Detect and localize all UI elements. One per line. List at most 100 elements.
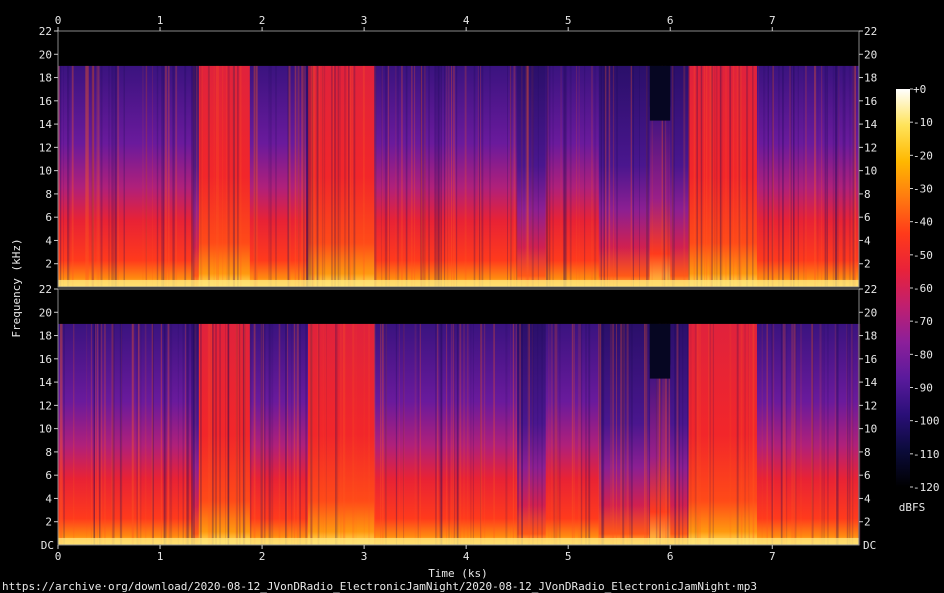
texture-streak xyxy=(381,65,383,287)
colorbar-tick-label: -10 xyxy=(913,116,933,129)
x-tick-label-bottom: 3 xyxy=(361,550,368,563)
texture-streak xyxy=(705,65,708,287)
texture-streak xyxy=(576,65,577,287)
texture-streak xyxy=(192,65,195,287)
texture-streak xyxy=(700,65,703,287)
texture-streak xyxy=(578,65,580,287)
texture-streak xyxy=(316,65,319,287)
texture-streak xyxy=(339,65,341,287)
texture-streak xyxy=(384,323,387,545)
texture-streak xyxy=(510,323,511,545)
texture-streak xyxy=(161,65,163,287)
texture-streak xyxy=(325,323,326,545)
x-tick-label-top: 0 xyxy=(55,14,62,27)
texture-streak xyxy=(793,65,794,287)
x-tick-label-top: 6 xyxy=(667,14,674,27)
texture-streak xyxy=(269,65,272,287)
texture-streak xyxy=(842,65,845,287)
texture-streak xyxy=(200,323,202,545)
texture-streak xyxy=(423,65,425,287)
texture-streak xyxy=(510,65,512,287)
texture-streak xyxy=(368,323,371,545)
texture-streak xyxy=(626,323,629,545)
texture-streak xyxy=(763,65,766,287)
texture-streak xyxy=(142,65,144,287)
texture-streak xyxy=(194,323,197,545)
texture-streak xyxy=(335,323,337,545)
texture-streak xyxy=(436,323,439,545)
texture-streak xyxy=(293,323,296,545)
texture-streak xyxy=(823,323,825,545)
x-tick-label-bottom: 1 xyxy=(157,550,164,563)
x-axis-label: Time (ks) xyxy=(428,567,488,580)
texture-streak xyxy=(565,65,568,287)
x-tick-label-bottom: 0 xyxy=(55,550,62,563)
texture-streak xyxy=(117,65,120,287)
texture-streak xyxy=(67,65,69,287)
y-tick-label-right: 16 xyxy=(864,95,877,108)
texture-streak xyxy=(428,65,430,287)
y-tick-label-right: 14 xyxy=(864,118,878,131)
texture-streak xyxy=(144,323,147,545)
texture-streak xyxy=(325,323,327,545)
texture-streak xyxy=(549,65,551,287)
texture-streak xyxy=(112,65,115,287)
texture-streak xyxy=(373,323,376,545)
texture-streak xyxy=(323,323,324,545)
texture-streak xyxy=(852,65,855,287)
texture-streak xyxy=(838,65,840,287)
texture-streak xyxy=(200,65,202,287)
dropout-block xyxy=(649,65,671,121)
texture-streak xyxy=(317,323,319,545)
texture-streak xyxy=(714,65,716,287)
texture-streak xyxy=(571,323,574,545)
texture-streak xyxy=(470,323,472,545)
segment-8 xyxy=(598,323,651,545)
texture-streak xyxy=(616,323,617,545)
texture-streak xyxy=(225,323,226,545)
texture-streak xyxy=(758,65,759,287)
texture-streak xyxy=(612,323,614,545)
texture-streak xyxy=(569,65,572,287)
texture-streak xyxy=(608,65,611,287)
texture-streak xyxy=(709,65,711,287)
texture-streak xyxy=(207,65,210,287)
texture-streak xyxy=(819,323,822,545)
texture-streak xyxy=(452,65,455,287)
y-tick-label-left: 6 xyxy=(45,211,52,224)
texture-streak xyxy=(827,323,829,545)
x-tick-label-bottom: 6 xyxy=(667,550,674,563)
texture-streak xyxy=(560,65,562,287)
texture-streak xyxy=(711,65,713,287)
texture-streak xyxy=(459,323,462,545)
texture-streak xyxy=(512,323,515,545)
texture-streak xyxy=(682,323,684,545)
texture-streak xyxy=(337,323,339,545)
y-tick-label-right: 4 xyxy=(864,234,871,247)
colorbar-tick-label: -110 xyxy=(913,448,940,461)
y-tick-label-right: 22 xyxy=(864,25,877,38)
texture-streak xyxy=(516,323,519,545)
y-tick-label-left: 10 xyxy=(39,165,52,178)
texture-streak xyxy=(85,65,87,287)
colorbar-tick-label: -80 xyxy=(913,348,933,361)
low-frequency-band xyxy=(58,280,859,287)
texture-streak xyxy=(301,65,303,287)
texture-streak xyxy=(588,323,591,545)
texture-streak xyxy=(405,65,408,287)
texture-streak xyxy=(306,65,309,287)
texture-streak xyxy=(218,65,219,287)
texture-streak xyxy=(600,323,602,545)
texture-streak xyxy=(601,323,603,545)
texture-streak xyxy=(332,65,334,287)
y-tick-label-left: 22 xyxy=(39,25,52,38)
texture-streak xyxy=(532,323,534,545)
texture-streak xyxy=(790,65,792,287)
texture-streak xyxy=(235,323,239,545)
texture-streak xyxy=(209,323,211,545)
texture-streak xyxy=(746,65,749,287)
texture-streak xyxy=(554,323,556,545)
texture-streak xyxy=(58,65,60,287)
texture-streak xyxy=(112,323,115,545)
texture-streak xyxy=(481,65,484,287)
